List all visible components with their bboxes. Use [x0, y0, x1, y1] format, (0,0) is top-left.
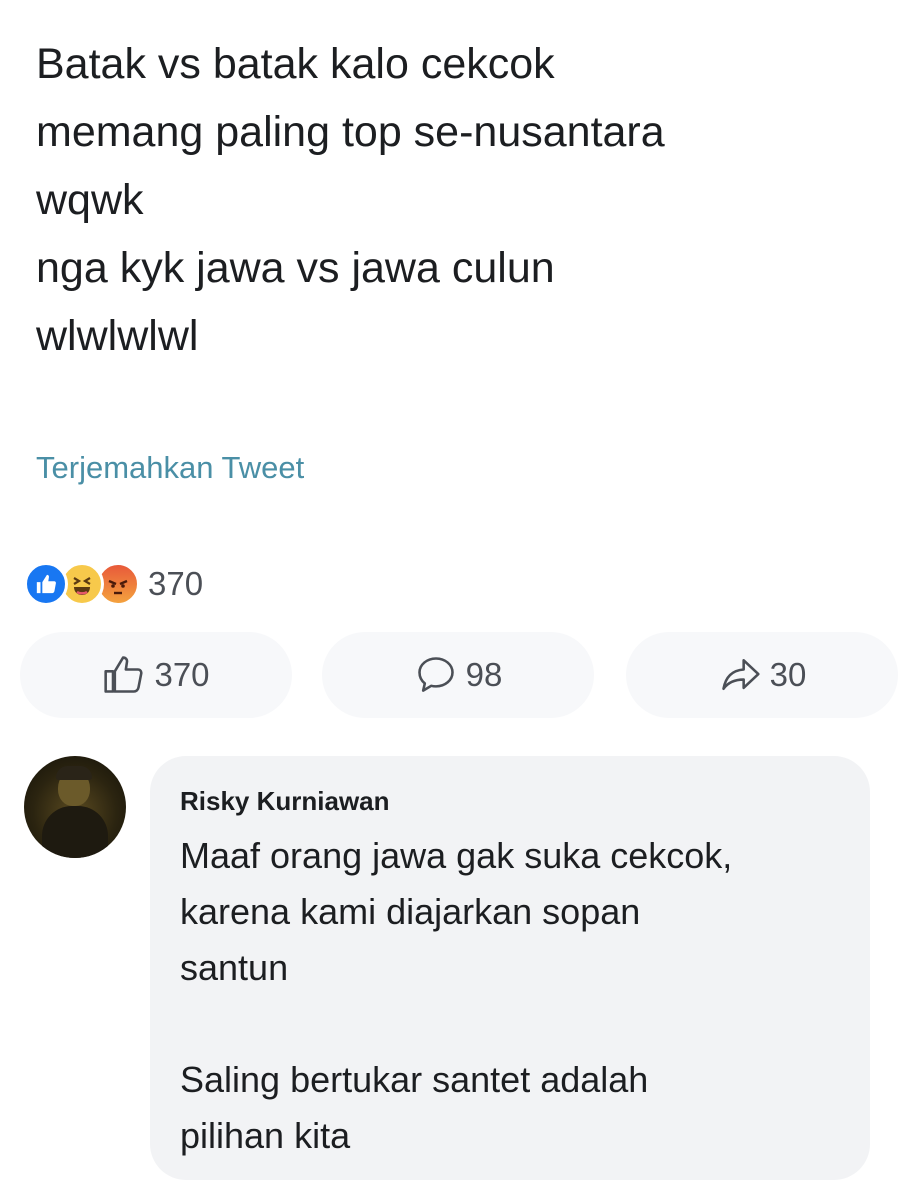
comment-text-line: santun: [180, 947, 289, 988]
comment-button[interactable]: 98: [322, 632, 594, 718]
thumbs-up-icon: [104, 656, 144, 693]
comment-count: 98: [465, 656, 503, 693]
comment-bubble-icon: [417, 657, 454, 692]
comment-bubble: Risky Kurniawan Maaf orang jawa gak suka…: [150, 756, 870, 1180]
reactions-summary[interactable]: 370: [24, 562, 203, 606]
comment-text-line: pilihan kita: [180, 1115, 351, 1156]
post-text-line: Batak vs batak kalo cekcok: [36, 40, 555, 88]
like-button[interactable]: 370: [20, 632, 292, 718]
post-text-line: nga kyk jawa vs jawa culun: [36, 244, 555, 292]
comment-text-line: [180, 996, 860, 1052]
comment-text-line: Maaf orang jawa gak suka cekcok,: [180, 835, 733, 876]
post-text: Batak vs batak kalo cekcok memang paling…: [36, 30, 896, 370]
share-arrow-icon: [721, 659, 760, 691]
reaction-count: 370: [148, 565, 204, 602]
comment-text: Maaf orang jawa gak suka cekcok, karena …: [180, 828, 860, 1164]
like-reaction-icon: [24, 562, 68, 606]
post-text-line: wqwk: [36, 176, 144, 224]
post-text-line: memang paling top se-nusantara: [36, 108, 665, 156]
share-button[interactable]: 30: [626, 632, 898, 718]
comment-text-line: Saling bertukar santet adalah: [180, 1059, 649, 1100]
avatar[interactable]: [24, 756, 126, 858]
comment-author-name[interactable]: Risky Kurniawan: [180, 786, 390, 817]
like-count: 370: [154, 656, 210, 693]
post-text-line: wlwlwlwl: [36, 312, 199, 360]
translate-tweet-link[interactable]: Terjemahkan Tweet: [36, 450, 304, 486]
comment-text-line: karena kami diajarkan sopan: [180, 891, 641, 932]
share-count: 30: [769, 656, 807, 693]
